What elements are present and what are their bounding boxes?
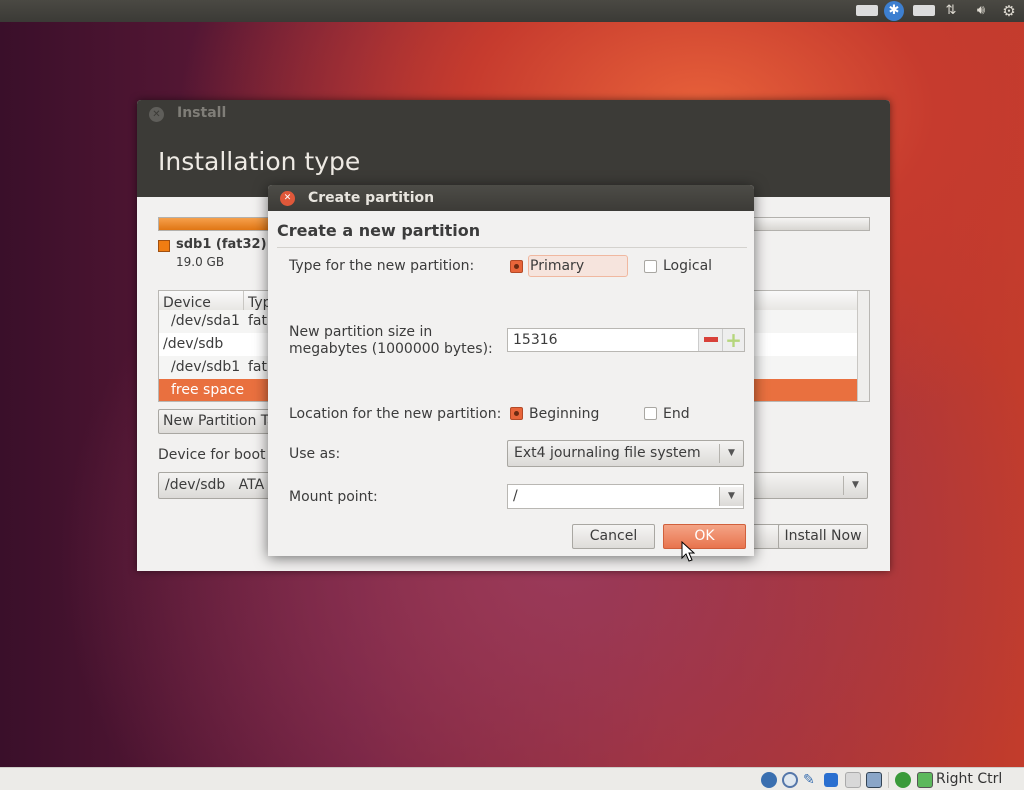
cell-type: fat bbox=[248, 359, 267, 375]
chevron-down-icon: ▼ bbox=[719, 444, 743, 463]
beginning-radio[interactable] bbox=[510, 407, 523, 420]
use-as-value: Ext4 journaling file system bbox=[514, 445, 701, 461]
minus-icon bbox=[704, 337, 718, 342]
mouse-integration-icon[interactable] bbox=[895, 772, 911, 788]
cell-device: /dev/sdb1 bbox=[171, 359, 241, 375]
network-adapters-icon[interactable] bbox=[824, 773, 838, 787]
size-label-line1: New partition size in bbox=[289, 324, 433, 340]
use-as-combo[interactable]: Ext4 journaling file system ▼ bbox=[507, 440, 744, 467]
logical-radio[interactable] bbox=[644, 260, 657, 273]
hard-disk-icon[interactable] bbox=[761, 772, 777, 788]
divider bbox=[888, 772, 889, 788]
optical-disk-icon[interactable] bbox=[782, 772, 798, 788]
shared-folder-icon[interactable] bbox=[845, 772, 861, 788]
table-scrollbar[interactable] bbox=[857, 291, 869, 401]
close-icon[interactable]: ✕ bbox=[280, 191, 295, 206]
boot-loader-value: /dev/sdb ATA bbox=[165, 477, 265, 493]
ok-button[interactable]: OK bbox=[663, 524, 746, 549]
page-title: Installation type bbox=[158, 147, 361, 176]
primary-label[interactable]: Primary bbox=[528, 255, 628, 277]
end-label[interactable]: End bbox=[663, 406, 690, 422]
dialog-title: Create partition bbox=[308, 190, 435, 206]
dialog-titlebar: ✕ Create partition bbox=[268, 185, 754, 211]
primary-radio[interactable] bbox=[510, 260, 523, 273]
keyboard-layout-icon[interactable] bbox=[913, 5, 935, 16]
use-as-label: Use as: bbox=[289, 446, 341, 462]
legend-name: sdb1 (fat32) bbox=[176, 237, 267, 252]
cell-device: free space bbox=[171, 382, 245, 398]
location-label: Location for the new partition: bbox=[289, 406, 502, 422]
type-label: Type for the new partition: bbox=[289, 258, 475, 274]
chevron-down-icon[interactable]: ▼ bbox=[719, 487, 743, 506]
size-label-line2: megabytes (1000000 bytes): bbox=[289, 341, 493, 357]
install-now-button[interactable]: Install Now bbox=[778, 524, 868, 549]
plus-icon: + bbox=[725, 328, 742, 352]
accessibility-icon[interactable]: ✱ bbox=[884, 1, 904, 21]
mount-point-combo[interactable]: / ▼ bbox=[507, 484, 744, 509]
legend-size: 19.0 GB bbox=[176, 255, 225, 269]
divider bbox=[277, 247, 747, 248]
legend-swatch bbox=[158, 240, 170, 252]
virtualization-icon bbox=[866, 772, 882, 788]
window-header: ✕ Install Installation type bbox=[137, 100, 890, 197]
top-panel: ✱ ⇅ 🔊︎ ⚙ bbox=[0, 0, 1024, 22]
usb-icon[interactable]: ✎ bbox=[803, 772, 819, 788]
mount-point-label: Mount point: bbox=[289, 489, 378, 505]
volume-icon[interactable]: 🔊︎ bbox=[970, 3, 992, 19]
boot-loader-label: Device for boot l bbox=[158, 447, 274, 463]
host-key-label: Right Ctrl bbox=[936, 771, 1003, 787]
power-gear-icon[interactable]: ⚙ bbox=[1000, 3, 1018, 19]
mount-point-value: / bbox=[513, 488, 518, 504]
size-value: 15316 bbox=[513, 332, 558, 348]
keyboard-icon[interactable] bbox=[856, 5, 878, 16]
network-icon[interactable]: ⇅ bbox=[942, 3, 960, 19]
host-key-icon bbox=[917, 772, 933, 788]
dialog-heading: Create a new partition bbox=[277, 221, 481, 240]
close-icon[interactable]: ✕ bbox=[149, 107, 164, 122]
vm-status-bar: ✎ Right Ctrl bbox=[0, 767, 1024, 790]
window-title: Install bbox=[177, 105, 227, 121]
increase-button[interactable]: + bbox=[722, 329, 744, 351]
end-radio[interactable] bbox=[644, 407, 657, 420]
logical-label[interactable]: Logical bbox=[663, 258, 712, 274]
size-input[interactable]: 15316 + bbox=[507, 328, 745, 352]
column-header-device[interactable]: Device bbox=[163, 295, 211, 311]
cell-device: /dev/sda1 bbox=[171, 313, 240, 329]
beginning-label[interactable]: Beginning bbox=[529, 406, 599, 422]
chevron-down-icon: ▼ bbox=[843, 476, 867, 495]
cancel-button[interactable]: Cancel bbox=[572, 524, 655, 549]
mouse-cursor-icon bbox=[681, 541, 695, 562]
decrease-button[interactable] bbox=[698, 329, 722, 351]
cell-type: fat bbox=[248, 313, 267, 329]
create-partition-dialog: ✕ Create partition Create a new partitio… bbox=[268, 185, 754, 556]
cell-device: /dev/sdb bbox=[163, 336, 224, 352]
